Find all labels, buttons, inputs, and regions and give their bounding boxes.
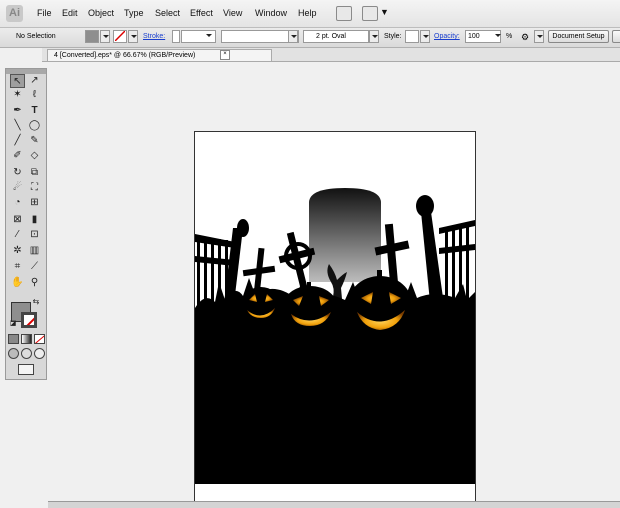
menu-view[interactable]: View [223,8,242,18]
tools-panel: ↖ ↗ ✶ ℓ ✒ T ╲ ◯ ╱ ✎ ✐ ◇ ↻ ⧉ ☄ ⛶ ◔ ⊞ ⊠ ▮ … [5,68,47,380]
arrange-documents-icon[interactable] [362,6,378,21]
blend-icon[interactable]: ⊡ [27,228,42,242]
menu-bar: Ai File Edit Object Type Select Effect V… [0,0,620,28]
stroke-weight-stepper[interactable] [172,30,180,43]
hand-icon[interactable]: ✋ [10,276,25,290]
opacity-dropdown[interactable] [493,30,503,43]
menu-edit[interactable]: Edit [62,8,78,18]
eraser-icon[interactable]: ◇ [27,149,42,163]
graphic-style-swatch[interactable] [405,30,419,43]
style-label: Style: [384,33,402,40]
gradient-mode-icon[interactable] [21,334,32,344]
menu-file[interactable]: File [37,8,52,18]
draw-inside-icon[interactable] [34,348,45,359]
perspective-icon[interactable]: ⊞ [27,196,42,210]
swap-fill-stroke-icon[interactable]: ⇆ [30,295,42,309]
pumpkin-middle [282,282,338,330]
halloween-artwork [195,188,475,506]
menu-effect[interactable]: Effect [190,8,213,18]
artboard-icon[interactable]: ⌗ [10,260,25,274]
app-logo: Ai [6,5,23,22]
shape-builder-icon[interactable]: ◔ [10,196,25,210]
brush-dropdown[interactable] [369,30,379,43]
eyedropper-icon[interactable]: ⁄ [10,228,25,242]
column-graph-icon[interactable]: ▥ [27,244,42,258]
stroke-dropdown[interactable] [128,30,138,43]
fill-swatch[interactable] [85,30,99,43]
stroke-label[interactable]: Stroke: [143,31,165,43]
menu-type[interactable]: Type [124,8,144,18]
blob-brush-icon[interactable]: ✐ [10,149,25,163]
mesh-icon[interactable]: ⊠ [10,213,25,227]
document-tab-title: 4 [Converted].eps* @ 66.67% (RGB/Preview… [54,52,196,59]
menu-help[interactable]: Help [298,8,317,18]
brush-definition[interactable]: 2 pt. Oval [303,30,369,43]
opacity-unit: % [506,33,513,40]
arrange-dropdown-icon[interactable]: ▼ [380,7,389,17]
left-post-cap [237,219,249,237]
menu-window[interactable]: Window [255,8,287,18]
draw-behind-icon[interactable] [21,348,32,359]
menu-object[interactable]: Object [88,8,114,18]
color-mode-icon[interactable] [8,334,19,344]
draw-normal-icon[interactable] [8,348,19,359]
free-transform-icon[interactable]: ⛶ [27,181,42,195]
artboard[interactable] [194,131,476,507]
style-dropdown[interactable] [420,30,430,43]
control-bar: No Selection Stroke: 2 pt. Oval Style: O… [0,28,620,48]
opacity-label[interactable]: Opacity: [434,31,460,43]
recolor-dropdown[interactable] [534,30,544,43]
scale-icon[interactable]: ⧉ [27,166,42,180]
recolor-artwork-icon[interactable]: ⚙ [521,31,529,43]
document-setup-button[interactable]: Document Setup [548,30,609,43]
fill-dropdown[interactable] [100,30,110,43]
document-tab[interactable]: 4 [Converted].eps* @ 66.67% (RGB/Preview… [47,49,272,61]
right-post-cap [416,195,434,217]
warp-icon[interactable]: ☄ [10,181,25,195]
stroke-color-box[interactable] [21,312,37,328]
direct-selection-icon[interactable]: ↗ [27,74,42,88]
stroke-weight-dropdown[interactable] [204,30,214,43]
pencil-icon[interactable]: ✎ [27,134,42,148]
pumpkin-left [242,287,280,321]
type-icon[interactable]: T [27,104,42,118]
slice-icon[interactable]: ⟋ [27,260,42,274]
gradient-icon[interactable]: ▮ [27,213,42,227]
magic-wand-icon[interactable]: ✶ [10,88,25,102]
stroke-swatch[interactable] [113,30,127,43]
selection-status: No Selection [16,33,56,40]
pen-icon[interactable]: ✒ [10,104,25,118]
menu-select[interactable]: Select [155,8,180,18]
line-icon[interactable]: ╲ [10,119,25,133]
lasso-icon[interactable]: ℓ [27,88,42,102]
none-mode-icon[interactable] [34,334,45,344]
selection-icon[interactable]: ↖ [10,74,25,88]
screen-mode-icon[interactable] [18,364,34,375]
ellipse-icon[interactable]: ◯ [27,119,42,133]
document-tabs: 4 [Converted].eps* @ 66.67% (RGB/Preview… [42,48,620,62]
rotate-icon[interactable]: ↻ [10,166,25,180]
close-tab-icon[interactable]: × [220,50,230,60]
bridge-icon[interactable] [336,6,352,21]
preferences-button[interactable] [612,30,620,43]
tombstone [309,188,381,282]
default-colors-icon[interactable]: ◪ [9,317,17,331]
paintbrush-icon[interactable]: ╱ [10,134,25,148]
profile-dropdown[interactable] [288,30,298,43]
no-stroke-icon [115,31,125,41]
zoom-icon[interactable]: ⚲ [27,276,42,290]
symbol-sprayer-icon[interactable]: ✲ [10,244,25,258]
